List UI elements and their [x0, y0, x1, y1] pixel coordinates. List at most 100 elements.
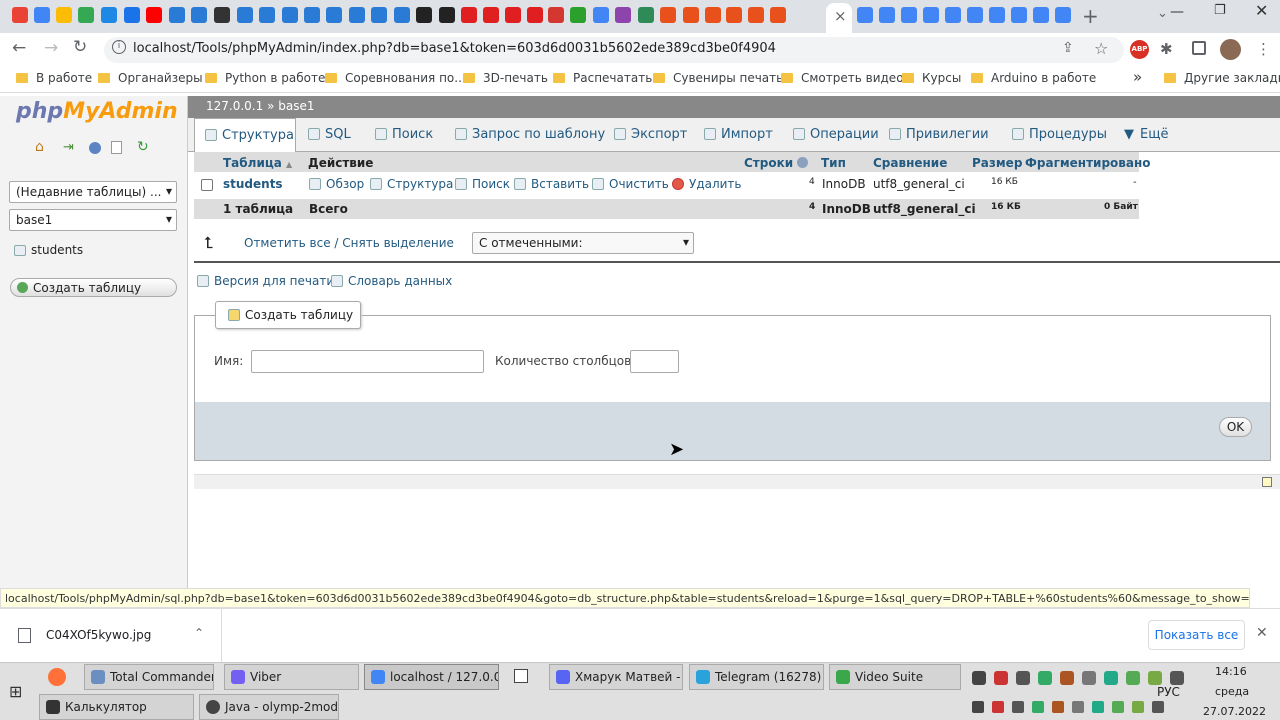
tab-routines[interactable]: Процедуры [1012, 118, 1107, 152]
breadcrumb-server[interactable]: 127.0.0.1 [206, 99, 263, 113]
bookmark-folder[interactable]: Соревнования по... [325, 71, 466, 85]
app-icon[interactable] [514, 669, 528, 683]
pinned-tab-favicon[interactable] [593, 7, 609, 23]
tray-icon[interactable] [994, 671, 1008, 685]
pinned-tab-favicon[interactable] [705, 7, 721, 23]
menu-icon[interactable]: ⋮ [1256, 40, 1271, 58]
language-indicator[interactable]: РУС [1157, 685, 1180, 699]
taskbar-java[interactable]: Java - olymp-2modu... [199, 694, 339, 720]
tray-icon[interactable] [992, 701, 1004, 713]
tray-icon[interactable] [1038, 671, 1052, 685]
tab-sql[interactable]: SQL [308, 118, 351, 152]
pinned-tab-favicon[interactable] [527, 7, 543, 23]
tab-search-icon[interactable]: ⌄ [1157, 6, 1168, 21]
taskbar-discord[interactable]: Хмарук Матвей - ... [549, 664, 683, 690]
pinned-tab-favicon[interactable] [237, 7, 253, 23]
tray-icon[interactable] [1148, 671, 1162, 685]
pinned-tab-favicon[interactable] [371, 7, 387, 23]
pinned-tab-favicon[interactable] [461, 7, 477, 23]
col-table[interactable]: Таблица ▲ [223, 154, 292, 174]
table-name-input[interactable] [251, 350, 484, 373]
bookmark-folder[interactable]: Сувениры печать [653, 71, 783, 85]
pinned-tab-favicon[interactable] [483, 7, 499, 23]
bookmark-folder[interactable]: Распечатать [553, 71, 652, 85]
google-tab-favicon[interactable] [879, 7, 895, 23]
google-tab-favicon[interactable] [967, 7, 983, 23]
address-bar[interactable]: i localhost/Tools/phpMyAdmin/index.php?d… [104, 37, 1124, 63]
home-icon[interactable]: ⌂ [35, 139, 44, 155]
restore-window-icon[interactable]: ❐ [1214, 3, 1226, 18]
tray-icon[interactable] [1012, 701, 1024, 713]
pinned-tab-favicon[interactable] [683, 7, 699, 23]
col-rows[interactable]: Строки [744, 154, 809, 174]
create-table-sidebar-button[interactable]: Создать таблицу [10, 278, 177, 297]
tab-structure[interactable]: Структура [194, 118, 296, 152]
bookmark-folder[interactable]: Смотреть видео [781, 71, 904, 85]
pinned-tab-favicon[interactable] [570, 7, 586, 23]
pinned-tab-favicon[interactable] [416, 7, 432, 23]
tray-icon[interactable] [972, 701, 984, 713]
taskbar-telegram[interactable]: Telegram (16278) [689, 664, 824, 690]
pinned-tab-favicon[interactable] [660, 7, 676, 23]
firefox-icon[interactable] [48, 668, 66, 686]
recent-tables-select[interactable]: (Недавние таблицы) ... [9, 181, 177, 203]
action-insert[interactable]: Вставить [514, 177, 589, 191]
pinned-tab-favicon[interactable] [439, 7, 455, 23]
data-dictionary-link[interactable]: Словарь данных [331, 274, 452, 288]
tab-operations[interactable]: Операции [793, 118, 879, 152]
table-name-link[interactable]: students [223, 177, 283, 191]
tray-icon[interactable] [1112, 701, 1124, 713]
pinned-tab-favicon[interactable] [638, 7, 654, 23]
col-collation[interactable]: Сравнение [873, 154, 947, 174]
download-item[interactable]: C04XOf5kywo.jpg ⌃ [0, 609, 222, 662]
pinned-tab-favicon[interactable] [78, 7, 94, 23]
google-tab-favicon[interactable] [923, 7, 939, 23]
row-checkbox[interactable] [201, 179, 213, 191]
tab-query[interactable]: Запрос по шаблону [455, 118, 605, 152]
pinned-tab-favicon[interactable] [615, 7, 631, 23]
pinned-tab-favicon[interactable] [748, 7, 764, 23]
bookmark-folder[interactable]: Arduino в работе [971, 71, 1096, 85]
bookmark-folder[interactable]: 3D-печать [463, 71, 548, 85]
taskbar-chrome[interactable]: localhost / 127.0.0.... [364, 664, 499, 690]
pinned-tab-favicon[interactable] [146, 7, 162, 23]
ok-button[interactable]: OK [1219, 417, 1252, 437]
bookmark-folder[interactable]: Органайзеры [98, 71, 203, 85]
back-icon[interactable]: ← [12, 38, 26, 58]
google-tab-favicon[interactable] [1033, 7, 1049, 23]
pinned-tab-favicon[interactable] [282, 7, 298, 23]
tray-icon[interactable] [1170, 671, 1184, 685]
pinned-tab-favicon[interactable] [191, 7, 207, 23]
tab-more[interactable]: ▼ Ещё [1124, 118, 1168, 152]
taskbar-totalcmd[interactable]: Total Commander... [84, 664, 214, 690]
tray-icon[interactable] [1060, 671, 1074, 685]
bookmarks-overflow-button[interactable]: » [1133, 68, 1142, 86]
check-all-link[interactable]: Отметить все / Снять выделение [244, 236, 454, 250]
pinned-tab-favicon[interactable] [726, 7, 742, 23]
forward-icon[interactable]: → [44, 38, 58, 58]
taskbar-videosuite[interactable]: Video Suite [829, 664, 961, 690]
pinned-tab-favicon[interactable] [505, 7, 521, 23]
google-tab-favicon[interactable] [989, 7, 1005, 23]
minimize-window-icon[interactable]: — [1170, 4, 1184, 20]
breadcrumb-db[interactable]: base1 [278, 99, 314, 113]
pinned-tab-favicon[interactable] [56, 7, 72, 23]
start-icon[interactable]: ⊞ [9, 682, 22, 701]
pinned-tab-favicon[interactable] [101, 7, 117, 23]
tray-icon[interactable] [1104, 671, 1118, 685]
console-toggle-icon[interactable] [1262, 477, 1272, 487]
pinned-tab-favicon[interactable] [394, 7, 410, 23]
docs-icon[interactable] [111, 141, 122, 154]
google-tab-favicon[interactable] [1055, 7, 1071, 23]
pinned-tab-favicon[interactable] [169, 7, 185, 23]
with-selected-select[interactable]: С отмеченными: [472, 232, 694, 254]
info-icon[interactable]: i [112, 40, 126, 54]
share-icon[interactable]: ⇪ [1062, 40, 1074, 56]
tab-import[interactable]: Импорт [704, 118, 773, 152]
bookmark-folder[interactable]: В работе [16, 71, 92, 85]
tray-icon[interactable] [1132, 701, 1144, 713]
pinned-tab-favicon[interactable] [259, 7, 275, 23]
new-tab-button[interactable]: + [1082, 4, 1099, 28]
pinned-tab-favicon[interactable] [770, 7, 786, 23]
action-structure[interactable]: Структура [370, 177, 453, 191]
